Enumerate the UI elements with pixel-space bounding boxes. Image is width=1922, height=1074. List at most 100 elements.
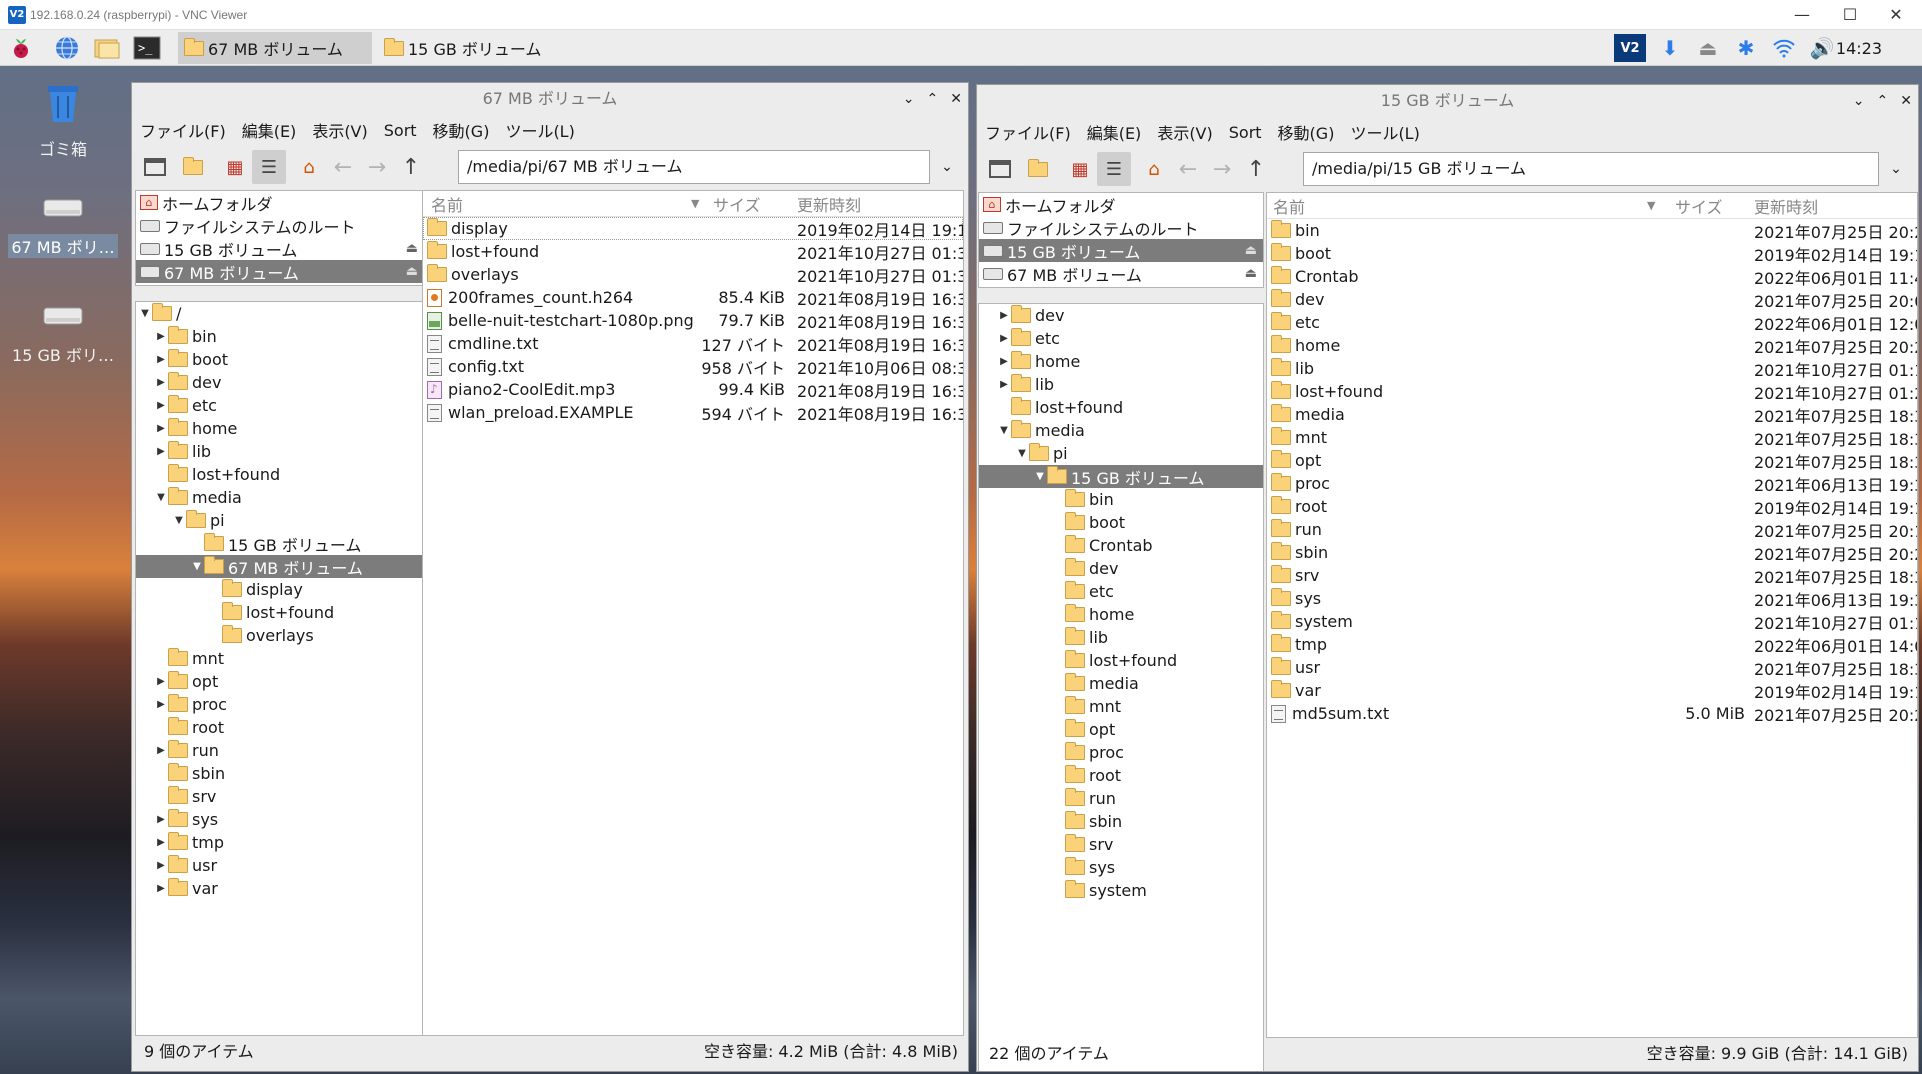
back-button[interactable]: ← xyxy=(326,150,360,184)
tree-node[interactable]: overlays xyxy=(136,624,424,647)
taskbar-task-15gb[interactable]: 15 GB ボリューム xyxy=(378,32,578,64)
eject-icon[interactable]: ⏏ xyxy=(406,241,418,256)
tree-node[interactable]: srv xyxy=(136,785,424,808)
file-row[interactable]: mnt 2021年07月25日 18:39 xyxy=(1267,426,1917,449)
path-history-dropdown[interactable]: ⌄ xyxy=(1881,152,1911,186)
new-window-button[interactable] xyxy=(138,150,172,184)
window-minimize-button[interactable]: ⌄ xyxy=(1853,85,1865,117)
file-row[interactable]: dev 2021年07月25日 20:08 xyxy=(1267,288,1917,311)
file-row[interactable]: config.txt 958 バイト 2021年10月06日 08:38 xyxy=(423,355,963,378)
list-view-button[interactable]: ☰ xyxy=(252,150,286,184)
vnc-server-icon[interactable]: V2 xyxy=(1614,34,1646,62)
tree-node[interactable]: lib xyxy=(979,626,1263,649)
tree-node[interactable]: ▼ pi xyxy=(979,442,1263,465)
desktop-drive-67mb[interactable]: 67 MB ボリ… xyxy=(8,190,118,258)
home-button[interactable]: ⌂ xyxy=(1137,152,1171,186)
menu-go[interactable]: 移動(G) xyxy=(433,118,490,142)
forward-button[interactable]: → xyxy=(360,150,394,184)
tree-node[interactable]: ▶ boot xyxy=(136,348,424,371)
menu-tools[interactable]: ツール(L) xyxy=(505,118,574,142)
tree-node[interactable]: srv xyxy=(979,833,1263,856)
tree-node[interactable]: display xyxy=(136,578,424,601)
wifi-icon[interactable] xyxy=(1770,34,1798,62)
tree-node[interactable]: proc xyxy=(979,741,1263,764)
menu-view[interactable]: 表示(V) xyxy=(1157,120,1212,144)
download-icon[interactable]: ⬇ xyxy=(1656,34,1684,62)
close-button[interactable]: ✕ xyxy=(1876,4,1916,26)
tree-node[interactable]: lost+found xyxy=(136,601,424,624)
tree-node[interactable]: ▶ proc xyxy=(136,693,424,716)
tree-node[interactable]: run xyxy=(979,787,1263,810)
tree-node[interactable]: ▶ etc xyxy=(136,394,424,417)
file-row[interactable]: system 2021年10月27日 01:13 xyxy=(1267,610,1917,633)
window-close-button[interactable]: ✕ xyxy=(950,83,962,115)
tree-node[interactable]: ▶ dev xyxy=(136,371,424,394)
tree-node[interactable]: lost+found xyxy=(979,649,1263,672)
file-row[interactable]: run 2021年07月25日 20:12 xyxy=(1267,518,1917,541)
tree-node[interactable]: ▼ pi xyxy=(136,509,424,532)
tree-node[interactable]: root xyxy=(979,764,1263,787)
tree-node[interactable]: sbin xyxy=(136,762,424,785)
place-15gb[interactable]: 15 GB ボリューム ⏏ xyxy=(136,237,424,260)
eject-icon[interactable]: ⏏ xyxy=(1694,34,1722,62)
tree-node[interactable]: ▶ run xyxy=(136,739,424,762)
menu-edit[interactable]: 編集(E) xyxy=(1087,120,1142,144)
file-row[interactable]: boot 2019年02月14日 19:12 xyxy=(1267,242,1917,265)
icon-view-button[interactable]: ▦ xyxy=(1063,152,1097,186)
desktop-drive-15gb[interactable]: 15 GB ボリ… xyxy=(8,298,118,366)
file-row[interactable]: lib 2021年10月27日 01:13 xyxy=(1267,357,1917,380)
place-home[interactable]: ⌂ ホームフォルダ xyxy=(979,193,1263,216)
window-minimize-button[interactable]: ⌄ xyxy=(903,83,915,115)
minimize-button[interactable]: — xyxy=(1782,4,1822,26)
tree-node[interactable]: mnt xyxy=(979,695,1263,718)
tree-node-selected[interactable]: ▼ 15 GB ボリューム xyxy=(979,465,1263,488)
tree-node[interactable]: opt xyxy=(979,718,1263,741)
file-row[interactable]: media 2021年07月25日 18:39 xyxy=(1267,403,1917,426)
file-row[interactable]: opt 2021年07月25日 18:39 xyxy=(1267,449,1917,472)
up-button[interactable]: ↑ xyxy=(394,150,428,184)
new-folder-button[interactable] xyxy=(178,150,212,184)
tree-node[interactable]: ▶ opt xyxy=(136,670,424,693)
tree-node[interactable]: mnt xyxy=(136,647,424,670)
column-header-size[interactable]: サイズ xyxy=(1675,194,1723,218)
new-window-button[interactable] xyxy=(983,152,1017,186)
tree-node[interactable]: ▶ lib xyxy=(979,373,1263,396)
tree-node[interactable]: ▶ dev xyxy=(979,304,1263,327)
menu-edit[interactable]: 編集(E) xyxy=(242,118,297,142)
new-folder-button[interactable] xyxy=(1023,152,1057,186)
up-button[interactable]: ↑ xyxy=(1239,152,1273,186)
file-row[interactable]: belle-nuit-testchart-1080p.png 79.7 KiB 20… xyxy=(423,309,963,332)
file-row[interactable]: etc 2022年06月01日 12:05 xyxy=(1267,311,1917,334)
file-row[interactable]: usr 2021年07月25日 18:39 xyxy=(1267,656,1917,679)
tree-node[interactable]: ▶ bin xyxy=(136,325,424,348)
file-row[interactable]: bin 2021年07月25日 20:24 xyxy=(1267,219,1917,242)
file-row[interactable]: display 2019年02月14日 19:12 xyxy=(423,217,963,240)
tree-node[interactable]: home xyxy=(979,603,1263,626)
file-row[interactable]: home 2021年07月25日 20:21 xyxy=(1267,334,1917,357)
file-row[interactable]: Crontab 2022年06月01日 11:42 xyxy=(1267,265,1917,288)
place-67mb[interactable]: 67 MB ボリューム ⏏ xyxy=(979,262,1263,285)
tree-node-selected[interactable]: ▼ 67 MB ボリューム xyxy=(136,555,424,578)
path-history-dropdown[interactable]: ⌄ xyxy=(932,150,962,184)
file-row[interactable]: md5sum.txt 5.0 MiB 2021年07月25日 20:28 xyxy=(1267,702,1917,725)
file-manager-icon[interactable] xyxy=(92,33,122,63)
menu-tools[interactable]: ツール(L) xyxy=(1350,120,1419,144)
tree-node[interactable]: ▶ home xyxy=(979,350,1263,373)
tree-node[interactable]: Crontab xyxy=(979,534,1263,557)
eject-icon[interactable]: ⏏ xyxy=(406,264,418,279)
column-header-name[interactable]: 名前 xyxy=(1273,194,1305,218)
terminal-icon[interactable]: >_ xyxy=(132,33,162,63)
file-row[interactable]: srv 2021年07月25日 18:39 xyxy=(1267,564,1917,587)
tree-node[interactable]: ▶ etc xyxy=(979,327,1263,350)
file-row[interactable]: proc 2021年06月13日 19:30 xyxy=(1267,472,1917,495)
tree-node[interactable]: dev xyxy=(979,557,1263,580)
file-row[interactable]: var 2019年02月14日 19:12 xyxy=(1267,679,1917,702)
file-row[interactable]: lost+found 2021年10月27日 01:28 xyxy=(1267,380,1917,403)
tree-node[interactable]: ▶ lib xyxy=(136,440,424,463)
tree-node[interactable]: ▼ media xyxy=(979,419,1263,442)
place-root[interactable]: ファイルシステムのルート xyxy=(136,214,424,237)
menu-sort[interactable]: Sort xyxy=(384,121,417,140)
tree-node[interactable]: ▶ home xyxy=(136,417,424,440)
file-row[interactable]: lost+found 2021年10月27日 01:30 xyxy=(423,240,963,263)
tree-node[interactable]: ▶ tmp xyxy=(136,831,424,854)
